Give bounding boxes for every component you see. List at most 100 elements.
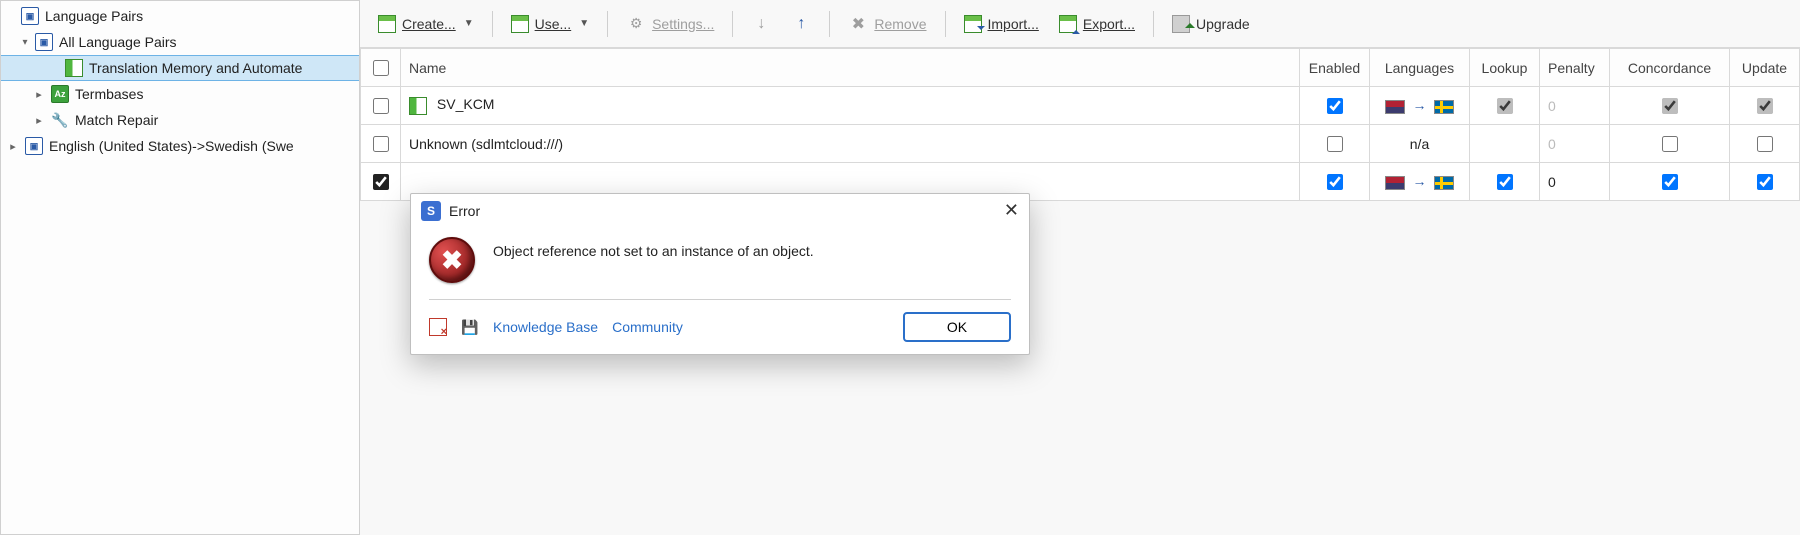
expander-icon[interactable]: ▾ — [19, 36, 31, 48]
dialog-message: Object reference not set to an instance … — [493, 237, 814, 259]
concordance-checkbox[interactable] — [1662, 136, 1678, 152]
row-name: SV_KCM — [437, 96, 495, 112]
flag-se-icon — [1434, 176, 1454, 190]
header-penalty[interactable]: Penalty — [1540, 49, 1610, 87]
row-penalty[interactable]: 0 — [1540, 125, 1610, 163]
update-checkbox[interactable] — [1757, 136, 1773, 152]
tree-root[interactable]: ▣ Language Pairs — [1, 3, 359, 29]
close-button[interactable]: ✕ — [1004, 200, 1019, 221]
concordance-checkbox[interactable] — [1662, 98, 1678, 114]
language-pairs-tree: ▣ Language Pairs ▾ ▣ All Language Pairs … — [0, 0, 360, 535]
table-row[interactable]: Unknown (sdlmtcloud:///) n/a 0 — [361, 125, 1800, 163]
gear-icon: ⚙ — [626, 14, 646, 34]
concordance-checkbox[interactable] — [1662, 174, 1678, 190]
ok-button[interactable]: OK — [903, 312, 1011, 342]
use-button[interactable]: Use... ▼ — [503, 11, 597, 37]
row-languages: → — [1370, 87, 1470, 125]
row-select-checkbox[interactable] — [373, 136, 389, 152]
lookup-checkbox[interactable] — [1497, 98, 1513, 114]
separator-icon — [732, 11, 733, 37]
settings-label: Settings... — [652, 16, 714, 32]
tm-table: Name Enabled Languages Lookup Penalty Co… — [360, 48, 1800, 201]
expander-icon[interactable]: ▸ — [33, 88, 45, 100]
create-button[interactable]: Create... ▼ — [370, 11, 482, 37]
header-name[interactable]: Name — [401, 49, 1300, 87]
chevron-down-icon: ▼ — [579, 18, 589, 29]
remove-label: Remove — [874, 16, 926, 32]
row-name-cell: SV_KCM — [401, 87, 1300, 125]
community-link[interactable]: Community — [612, 319, 683, 335]
row-select-checkbox[interactable] — [373, 98, 389, 114]
tree-language-pair-en-sv[interactable]: ▸ ▣ English (United States)->Swedish (Sw… — [1, 133, 359, 159]
termbase-icon: Az — [51, 85, 69, 103]
row-languages: → — [1370, 163, 1470, 201]
separator-icon — [607, 11, 608, 37]
tree-item-label: Match Repair — [75, 112, 158, 128]
lookup-checkbox[interactable] — [1497, 174, 1513, 190]
language-pairs-icon: ▣ — [25, 137, 43, 155]
tree-item-label: Translation Memory and Automate — [89, 60, 302, 76]
error-dialog: S Error ✕ ✖ Object reference not set to … — [410, 193, 1030, 355]
wrench-icon: 🔧 — [51, 111, 69, 129]
tree-all-language-pairs[interactable]: ▾ ▣ All Language Pairs — [1, 29, 359, 55]
separator-icon — [1153, 11, 1154, 37]
knowledge-base-link[interactable]: Knowledge Base — [493, 319, 598, 335]
tree-item-label: English (United States)->Swedish (Swe — [49, 138, 294, 154]
event-viewer-icon[interactable] — [429, 318, 447, 336]
move-down-button[interactable]: ↓ — [743, 10, 779, 38]
table-header-row: Name Enabled Languages Lookup Penalty Co… — [361, 49, 1800, 87]
move-up-button[interactable]: ↑ — [783, 10, 819, 38]
settings-button[interactable]: ⚙ Settings... — [618, 10, 722, 38]
select-all-checkbox[interactable] — [373, 60, 389, 76]
row-penalty[interactable]: 0 — [1540, 87, 1610, 125]
enabled-checkbox[interactable] — [1327, 136, 1343, 152]
header-update[interactable]: Update — [1730, 49, 1800, 87]
save-icon[interactable]: 💾 — [461, 318, 479, 336]
row-penalty[interactable]: 0 — [1540, 163, 1610, 201]
arrow-right-icon: → — [1413, 97, 1427, 113]
enabled-checkbox[interactable] — [1327, 98, 1343, 114]
upgrade-label: Upgrade — [1196, 16, 1250, 32]
upgrade-icon — [1172, 15, 1190, 33]
header-select[interactable] — [361, 49, 401, 87]
update-checkbox[interactable] — [1757, 174, 1773, 190]
separator-icon — [945, 11, 946, 37]
tree-match-repair[interactable]: ▸ 🔧 Match Repair — [1, 107, 359, 133]
header-concordance[interactable]: Concordance — [1610, 49, 1730, 87]
tm-icon — [65, 59, 83, 77]
import-label: Import... — [988, 16, 1039, 32]
tree-termbases[interactable]: ▸ Az Termbases — [1, 81, 359, 107]
expander-icon[interactable]: ▸ — [33, 114, 45, 126]
create-label: Create... — [402, 16, 456, 32]
row-languages: n/a — [1370, 125, 1470, 163]
import-button[interactable]: Import... — [956, 11, 1047, 37]
chevron-down-icon: ▼ — [464, 18, 474, 29]
tree-translation-memory[interactable]: Translation Memory and Automate — [1, 55, 359, 81]
tree-root-label: Language Pairs — [45, 8, 143, 24]
arrow-right-icon: → — [1413, 173, 1427, 189]
dialog-titlebar: S Error ✕ — [411, 194, 1029, 225]
flag-us-icon — [1385, 176, 1405, 190]
expander-icon[interactable]: ▸ — [7, 140, 19, 152]
header-enabled[interactable]: Enabled — [1300, 49, 1370, 87]
flag-se-icon — [1434, 100, 1454, 114]
import-icon — [964, 15, 982, 33]
header-languages[interactable]: Languages — [1370, 49, 1470, 87]
separator-icon — [829, 11, 830, 37]
update-checkbox[interactable] — [1757, 98, 1773, 114]
tree-item-label: Termbases — [75, 86, 143, 102]
create-icon — [378, 15, 396, 33]
upgrade-button[interactable]: Upgrade — [1164, 11, 1258, 37]
enabled-checkbox[interactable] — [1327, 174, 1343, 190]
row-select-checkbox[interactable] — [373, 174, 389, 190]
tm-icon — [409, 97, 427, 115]
export-button[interactable]: Export... — [1051, 11, 1143, 37]
table-row[interactable]: SV_KCM → 0 — [361, 87, 1800, 125]
export-label: Export... — [1083, 16, 1135, 32]
remove-button[interactable]: ✖ Remove — [840, 10, 934, 38]
header-lookup[interactable]: Lookup — [1470, 49, 1540, 87]
app-icon: S — [421, 201, 441, 221]
remove-icon: ✖ — [848, 14, 868, 34]
row-name: Unknown (sdlmtcloud:///) — [401, 125, 1300, 163]
tree-item-label: All Language Pairs — [59, 34, 177, 50]
